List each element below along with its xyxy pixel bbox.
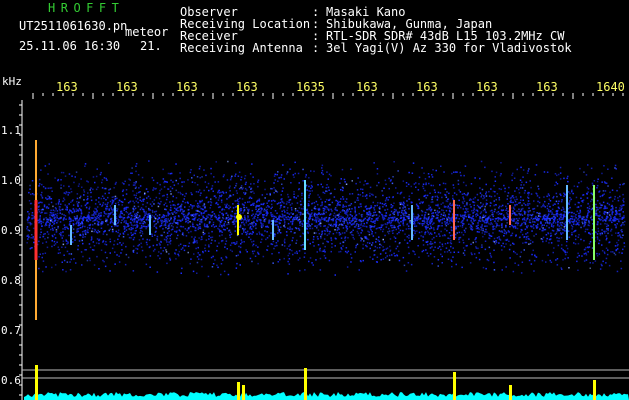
spectrogram bbox=[19, 93, 629, 400]
level-peak bbox=[237, 382, 240, 400]
level-peak bbox=[242, 385, 245, 400]
level-peak bbox=[304, 368, 307, 400]
level-peak bbox=[35, 365, 38, 400]
level-peak bbox=[593, 380, 596, 400]
level-peak bbox=[509, 385, 512, 400]
signal-level-graph bbox=[24, 392, 629, 400]
meteor-echo bbox=[236, 214, 242, 220]
level-peak bbox=[453, 372, 456, 400]
noise-band bbox=[26, 160, 626, 278]
